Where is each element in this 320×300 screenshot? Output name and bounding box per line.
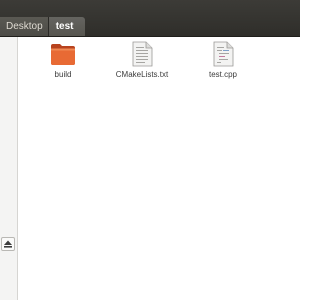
text-file-icon [132,41,153,67]
breadcrumb-test[interactable]: test [48,17,86,36]
title-bar: Desktop test [0,0,300,37]
eject-icon [4,240,12,248]
file-manager-window: Desktop test build CMakeLists.txt test.c… [0,0,300,300]
cpp-file-icon [213,41,234,67]
sidebar [0,37,18,300]
eject-button[interactable] [1,237,15,251]
file-label: test.cpp [208,70,237,79]
file-label: build [54,70,72,79]
breadcrumb: Desktop test [0,17,86,36]
file-view[interactable]: build CMakeLists.txt test.cpp [18,37,300,300]
breadcrumb-desktop[interactable]: Desktop [0,17,49,36]
folder-icon [51,44,75,65]
file-item-build[interactable]: build [26,41,100,79]
file-label: CMakeLists.txt [115,70,169,79]
file-item-test-cpp[interactable]: test.cpp [186,41,260,79]
file-item-cmakelists[interactable]: CMakeLists.txt [105,41,179,79]
